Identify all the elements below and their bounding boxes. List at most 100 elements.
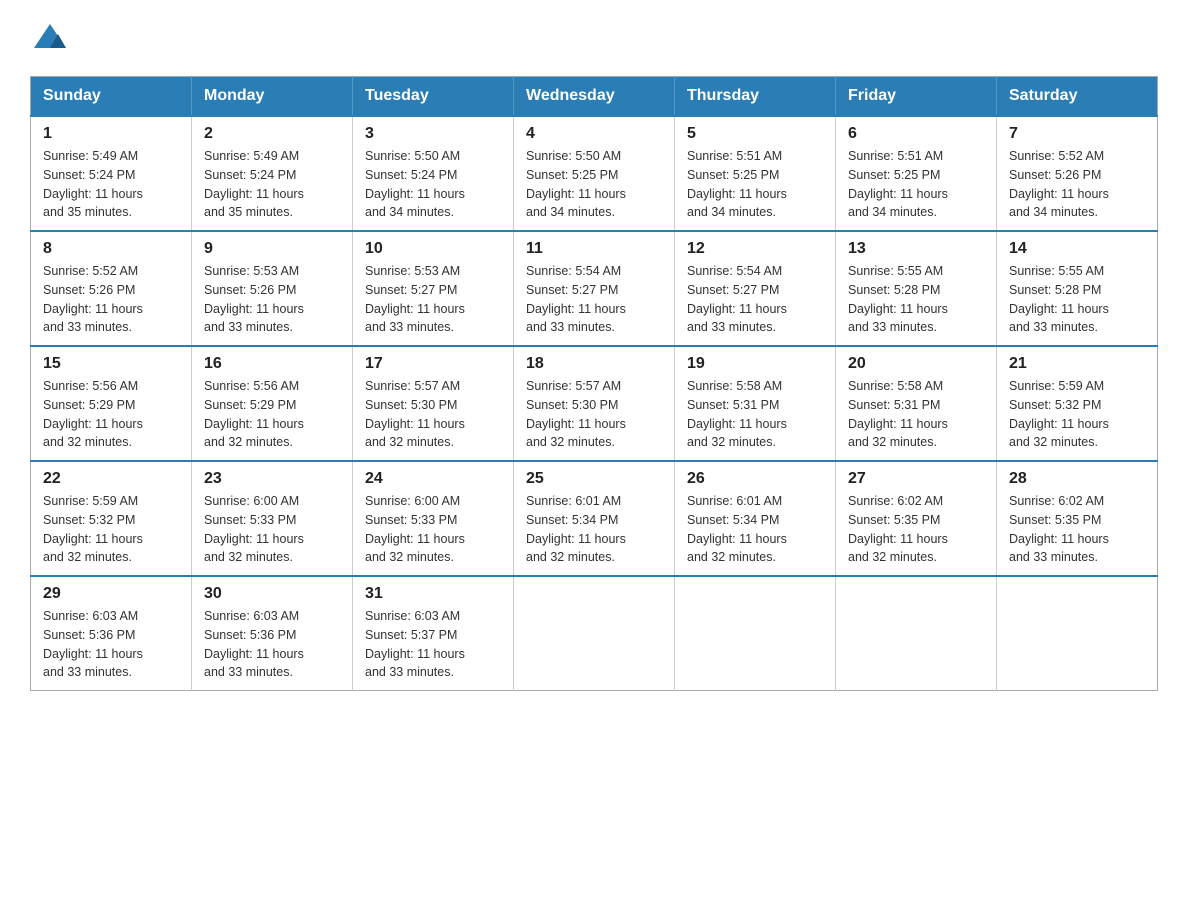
- day-cell: 21 Sunrise: 5:59 AM Sunset: 5:32 PM Dayl…: [997, 346, 1158, 461]
- day-number: 5: [687, 125, 823, 143]
- day-number: 31: [365, 585, 501, 603]
- day-info: Sunrise: 5:54 AM Sunset: 5:27 PM Dayligh…: [526, 262, 662, 337]
- day-cell: 20 Sunrise: 5:58 AM Sunset: 5:31 PM Dayl…: [836, 346, 997, 461]
- day-info: Sunrise: 5:56 AM Sunset: 5:29 PM Dayligh…: [43, 377, 179, 452]
- day-info: Sunrise: 6:03 AM Sunset: 5:36 PM Dayligh…: [43, 607, 179, 682]
- logo: [30, 20, 70, 56]
- day-number: 17: [365, 355, 501, 373]
- day-info: Sunrise: 5:52 AM Sunset: 5:26 PM Dayligh…: [43, 262, 179, 337]
- day-number: 4: [526, 125, 662, 143]
- calendar-body: 1 Sunrise: 5:49 AM Sunset: 5:24 PM Dayli…: [31, 116, 1158, 691]
- day-number: 8: [43, 240, 179, 258]
- week-row-5: 29 Sunrise: 6:03 AM Sunset: 5:36 PM Dayl…: [31, 576, 1158, 691]
- day-cell: 7 Sunrise: 5:52 AM Sunset: 5:26 PM Dayli…: [997, 116, 1158, 231]
- day-info: Sunrise: 6:01 AM Sunset: 5:34 PM Dayligh…: [687, 492, 823, 567]
- day-cell: 16 Sunrise: 5:56 AM Sunset: 5:29 PM Dayl…: [192, 346, 353, 461]
- day-cell: 29 Sunrise: 6:03 AM Sunset: 5:36 PM Dayl…: [31, 576, 192, 691]
- day-info: Sunrise: 5:59 AM Sunset: 5:32 PM Dayligh…: [43, 492, 179, 567]
- day-number: 23: [204, 470, 340, 488]
- week-row-2: 8 Sunrise: 5:52 AM Sunset: 5:26 PM Dayli…: [31, 231, 1158, 346]
- header-day-thursday: Thursday: [675, 77, 836, 117]
- day-cell: 6 Sunrise: 5:51 AM Sunset: 5:25 PM Dayli…: [836, 116, 997, 231]
- day-info: Sunrise: 6:00 AM Sunset: 5:33 PM Dayligh…: [365, 492, 501, 567]
- day-cell: 28 Sunrise: 6:02 AM Sunset: 5:35 PM Dayl…: [997, 461, 1158, 576]
- header-day-saturday: Saturday: [997, 77, 1158, 117]
- day-info: Sunrise: 5:51 AM Sunset: 5:25 PM Dayligh…: [848, 147, 984, 222]
- day-number: 29: [43, 585, 179, 603]
- day-cell: 24 Sunrise: 6:00 AM Sunset: 5:33 PM Dayl…: [353, 461, 514, 576]
- day-number: 13: [848, 240, 984, 258]
- day-info: Sunrise: 5:49 AM Sunset: 5:24 PM Dayligh…: [204, 147, 340, 222]
- page-header: [30, 20, 1158, 56]
- day-cell: 8 Sunrise: 5:52 AM Sunset: 5:26 PM Dayli…: [31, 231, 192, 346]
- day-info: Sunrise: 6:03 AM Sunset: 5:37 PM Dayligh…: [365, 607, 501, 682]
- day-info: Sunrise: 6:02 AM Sunset: 5:35 PM Dayligh…: [848, 492, 984, 567]
- day-info: Sunrise: 5:57 AM Sunset: 5:30 PM Dayligh…: [365, 377, 501, 452]
- day-number: 27: [848, 470, 984, 488]
- day-number: 12: [687, 240, 823, 258]
- calendar-table: SundayMondayTuesdayWednesdayThursdayFrid…: [30, 76, 1158, 691]
- day-info: Sunrise: 6:00 AM Sunset: 5:33 PM Dayligh…: [204, 492, 340, 567]
- day-cell: 23 Sunrise: 6:00 AM Sunset: 5:33 PM Dayl…: [192, 461, 353, 576]
- day-number: 21: [1009, 355, 1145, 373]
- day-cell: 11 Sunrise: 5:54 AM Sunset: 5:27 PM Dayl…: [514, 231, 675, 346]
- header-row: SundayMondayTuesdayWednesdayThursdayFrid…: [31, 77, 1158, 117]
- day-cell: [514, 576, 675, 691]
- day-info: Sunrise: 5:50 AM Sunset: 5:24 PM Dayligh…: [365, 147, 501, 222]
- week-row-3: 15 Sunrise: 5:56 AM Sunset: 5:29 PM Dayl…: [31, 346, 1158, 461]
- day-cell: 3 Sunrise: 5:50 AM Sunset: 5:24 PM Dayli…: [353, 116, 514, 231]
- header-day-monday: Monday: [192, 77, 353, 117]
- day-info: Sunrise: 5:56 AM Sunset: 5:29 PM Dayligh…: [204, 377, 340, 452]
- week-row-1: 1 Sunrise: 5:49 AM Sunset: 5:24 PM Dayli…: [31, 116, 1158, 231]
- logo-icon: [32, 20, 68, 56]
- day-info: Sunrise: 5:53 AM Sunset: 5:26 PM Dayligh…: [204, 262, 340, 337]
- day-number: 9: [204, 240, 340, 258]
- day-number: 20: [848, 355, 984, 373]
- day-info: Sunrise: 5:50 AM Sunset: 5:25 PM Dayligh…: [526, 147, 662, 222]
- day-info: Sunrise: 5:55 AM Sunset: 5:28 PM Dayligh…: [1009, 262, 1145, 337]
- day-info: Sunrise: 5:58 AM Sunset: 5:31 PM Dayligh…: [687, 377, 823, 452]
- day-info: Sunrise: 5:54 AM Sunset: 5:27 PM Dayligh…: [687, 262, 823, 337]
- day-number: 10: [365, 240, 501, 258]
- day-number: 2: [204, 125, 340, 143]
- day-number: 15: [43, 355, 179, 373]
- header-day-friday: Friday: [836, 77, 997, 117]
- day-cell: 19 Sunrise: 5:58 AM Sunset: 5:31 PM Dayl…: [675, 346, 836, 461]
- day-info: Sunrise: 5:57 AM Sunset: 5:30 PM Dayligh…: [526, 377, 662, 452]
- day-cell: 9 Sunrise: 5:53 AM Sunset: 5:26 PM Dayli…: [192, 231, 353, 346]
- day-info: Sunrise: 5:49 AM Sunset: 5:24 PM Dayligh…: [43, 147, 179, 222]
- day-number: 19: [687, 355, 823, 373]
- day-cell: 15 Sunrise: 5:56 AM Sunset: 5:29 PM Dayl…: [31, 346, 192, 461]
- day-cell: 14 Sunrise: 5:55 AM Sunset: 5:28 PM Dayl…: [997, 231, 1158, 346]
- day-number: 3: [365, 125, 501, 143]
- day-cell: 26 Sunrise: 6:01 AM Sunset: 5:34 PM Dayl…: [675, 461, 836, 576]
- calendar-header: SundayMondayTuesdayWednesdayThursdayFrid…: [31, 77, 1158, 117]
- header-day-wednesday: Wednesday: [514, 77, 675, 117]
- day-cell: 4 Sunrise: 5:50 AM Sunset: 5:25 PM Dayli…: [514, 116, 675, 231]
- day-cell: 10 Sunrise: 5:53 AM Sunset: 5:27 PM Dayl…: [353, 231, 514, 346]
- day-number: 11: [526, 240, 662, 258]
- day-info: Sunrise: 5:58 AM Sunset: 5:31 PM Dayligh…: [848, 377, 984, 452]
- day-cell: [997, 576, 1158, 691]
- day-info: Sunrise: 5:55 AM Sunset: 5:28 PM Dayligh…: [848, 262, 984, 337]
- header-day-sunday: Sunday: [31, 77, 192, 117]
- day-number: 14: [1009, 240, 1145, 258]
- day-cell: 30 Sunrise: 6:03 AM Sunset: 5:36 PM Dayl…: [192, 576, 353, 691]
- day-cell: 22 Sunrise: 5:59 AM Sunset: 5:32 PM Dayl…: [31, 461, 192, 576]
- header-day-tuesday: Tuesday: [353, 77, 514, 117]
- day-number: 18: [526, 355, 662, 373]
- day-cell: 27 Sunrise: 6:02 AM Sunset: 5:35 PM Dayl…: [836, 461, 997, 576]
- day-info: Sunrise: 6:01 AM Sunset: 5:34 PM Dayligh…: [526, 492, 662, 567]
- day-number: 6: [848, 125, 984, 143]
- day-number: 25: [526, 470, 662, 488]
- day-info: Sunrise: 6:02 AM Sunset: 5:35 PM Dayligh…: [1009, 492, 1145, 567]
- week-row-4: 22 Sunrise: 5:59 AM Sunset: 5:32 PM Dayl…: [31, 461, 1158, 576]
- day-number: 28: [1009, 470, 1145, 488]
- day-number: 7: [1009, 125, 1145, 143]
- day-cell: [836, 576, 997, 691]
- day-info: Sunrise: 5:53 AM Sunset: 5:27 PM Dayligh…: [365, 262, 501, 337]
- day-number: 24: [365, 470, 501, 488]
- day-cell: 13 Sunrise: 5:55 AM Sunset: 5:28 PM Dayl…: [836, 231, 997, 346]
- day-cell: 12 Sunrise: 5:54 AM Sunset: 5:27 PM Dayl…: [675, 231, 836, 346]
- day-info: Sunrise: 5:52 AM Sunset: 5:26 PM Dayligh…: [1009, 147, 1145, 222]
